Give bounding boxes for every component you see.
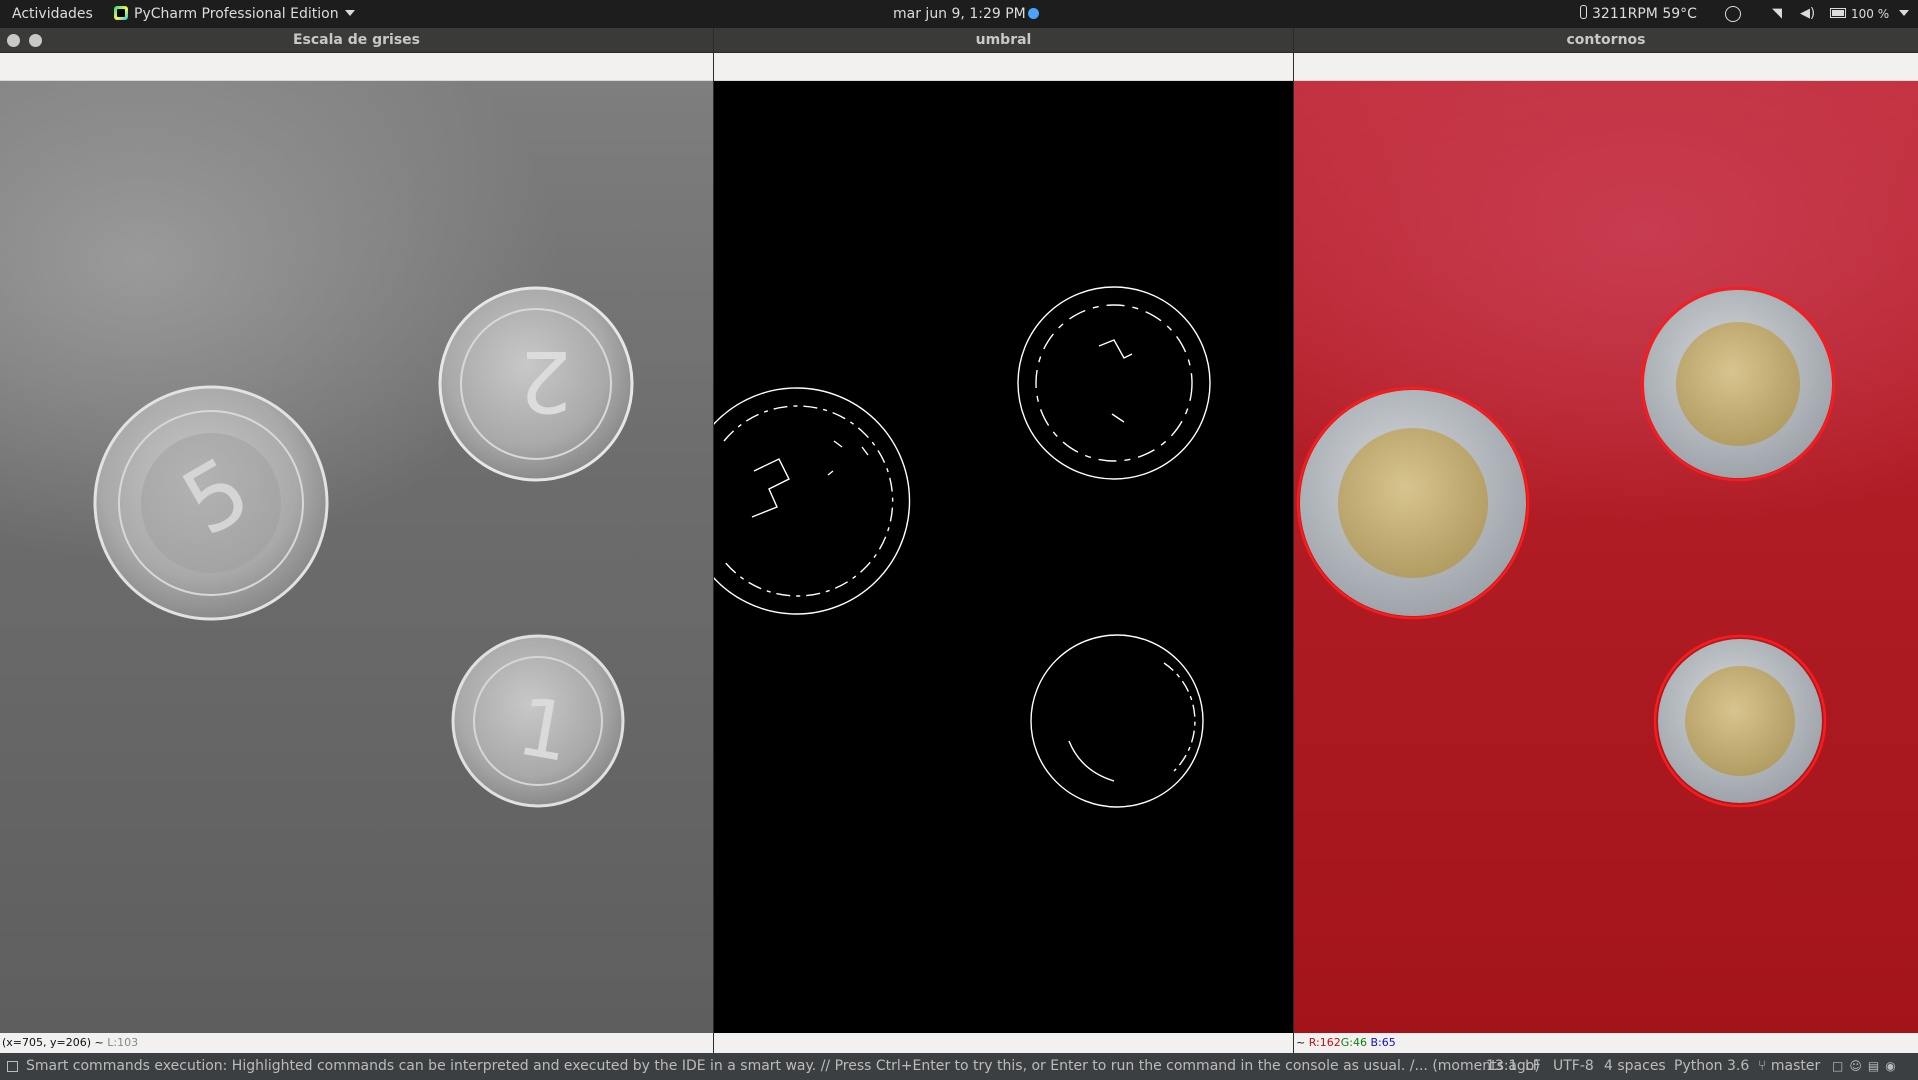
clock[interactable]: mar jun 9, 1:29 PM — [893, 0, 1039, 28]
umbral-window: umbral — [714, 28, 1293, 1053]
ide-status-message[interactable]: Smart commands execution: Highlighted co… — [26, 1053, 1540, 1080]
volume-icon[interactable]: ◀) — [1800, 0, 1815, 28]
git-branch[interactable]: ⑂ master — [1758, 1053, 1820, 1080]
pycharm-icon — [114, 6, 128, 20]
ide-status-icons: □☺▤◉ — [1832, 1053, 1902, 1080]
window-statusbar — [714, 1033, 1293, 1053]
lock-icon[interactable]: □ — [1832, 1059, 1849, 1073]
pixel-level: L:103 — [107, 1036, 139, 1049]
app-name: PyCharm Professional Edition — [134, 6, 339, 22]
pixel-green: G:46 — [1340, 1036, 1367, 1049]
app-menu[interactable]: PyCharm Professional Edition — [114, 0, 355, 28]
activities-button[interactable]: Actividades — [12, 0, 93, 28]
window-statusbar: ~ R:162G:46 B:65 — [1294, 1033, 1918, 1053]
system-menu-button[interactable] — [1893, 0, 1909, 28]
window-title: contornos — [1566, 32, 1646, 48]
battery-indicator[interactable]: 100 % — [1830, 0, 1889, 28]
edge-coins-svg — [714, 286, 1211, 808]
pixel-coords: (x=705, y=206) ~ — [2, 1036, 104, 1049]
edge-coin-medium — [1017, 286, 1211, 480]
tool-window-icon[interactable] — [7, 1061, 18, 1072]
indent-setting[interactable]: 4 spaces — [1604, 1053, 1666, 1080]
window-titlebar[interactable]: contornos — [1294, 28, 1918, 53]
top-bar: Actividades PyCharm Professional Edition… — [0, 0, 1918, 28]
caret-position[interactable]: 13:1 — [1486, 1053, 1517, 1080]
clock-text: mar jun 9, 1:29 PM — [893, 6, 1026, 22]
pixel-blue: B:65 — [1370, 1036, 1396, 1049]
window-titlebar[interactable]: umbral — [714, 28, 1293, 53]
coin-large — [1296, 386, 1530, 620]
chevron-down-icon — [344, 10, 355, 16]
window-title: umbral — [975, 32, 1032, 48]
wifi-icon[interactable]: ◥ — [1772, 0, 1782, 28]
grayscale-image[interactable]: 5 2 1 — [0, 81, 713, 1033]
coin-medium — [1640, 286, 1836, 482]
edge-coin-small — [1030, 634, 1204, 808]
file-encoding[interactable]: UTF-8 — [1553, 1053, 1594, 1080]
coin-small: 1 — [451, 634, 625, 808]
svg-text:2: 2 — [519, 332, 572, 430]
window-titlebar[interactable]: Escala de grises — [0, 28, 713, 53]
notification-dot-icon — [1027, 8, 1039, 19]
window-statusbar: (x=705, y=206) ~ L:103 — [0, 1033, 713, 1053]
edge-image[interactable] — [714, 81, 1293, 1033]
grayscale-window: Escala de grises 5 2 1 (x=705, y=206) ~ … — [0, 28, 713, 1053]
branch-icon: ⑂ — [1758, 1058, 1771, 1074]
line-separator[interactable]: LF — [1525, 1053, 1541, 1080]
coin-large: 5 — [93, 385, 329, 621]
pixel-red: R:162 — [1308, 1036, 1341, 1049]
trash-icon[interactable]: ▤ — [1868, 1059, 1885, 1073]
thermometer-icon — [1580, 5, 1587, 19]
contours-window: contornos ~ R:162G:46 B:65 — [1294, 28, 1918, 1053]
window-toolbar — [0, 53, 713, 81]
sensor-text: 3211RPM 59°C — [1592, 6, 1697, 22]
inspector-icon[interactable]: ☺ — [1849, 1059, 1868, 1073]
window-toolbar — [714, 53, 1293, 81]
close-window-button[interactable] — [7, 34, 20, 47]
window-title: Escala de grises — [292, 32, 421, 48]
status-prefix: ~ — [1296, 1036, 1306, 1049]
minimize-window-button[interactable] — [29, 34, 42, 47]
battery-text: 100 % — [1851, 7, 1890, 21]
coin-medium: 2 — [438, 286, 634, 482]
contour-coins-svg — [1296, 286, 1836, 808]
sensor-indicator[interactable]: 3211RPM 59°C — [1580, 0, 1697, 28]
branch-name: master — [1770, 1058, 1821, 1074]
battery-icon — [1830, 8, 1846, 18]
chevron-down-icon — [1899, 10, 1909, 16]
python-interpreter[interactable]: Python 3.6 — [1674, 1053, 1749, 1080]
coin-small — [1653, 634, 1827, 808]
edge-coin-large — [714, 387, 911, 615]
contours-image[interactable] — [1294, 81, 1918, 1033]
ide-status-bar: Smart commands execution: Highlighted co… — [0, 1053, 1918, 1080]
event-log-icon[interactable]: ◉ — [1885, 1059, 1901, 1073]
grayscale-coins-svg: 5 2 1 — [93, 286, 634, 808]
window-toolbar — [1294, 53, 1918, 81]
whatsapp-icon[interactable] — [1725, 6, 1741, 22]
